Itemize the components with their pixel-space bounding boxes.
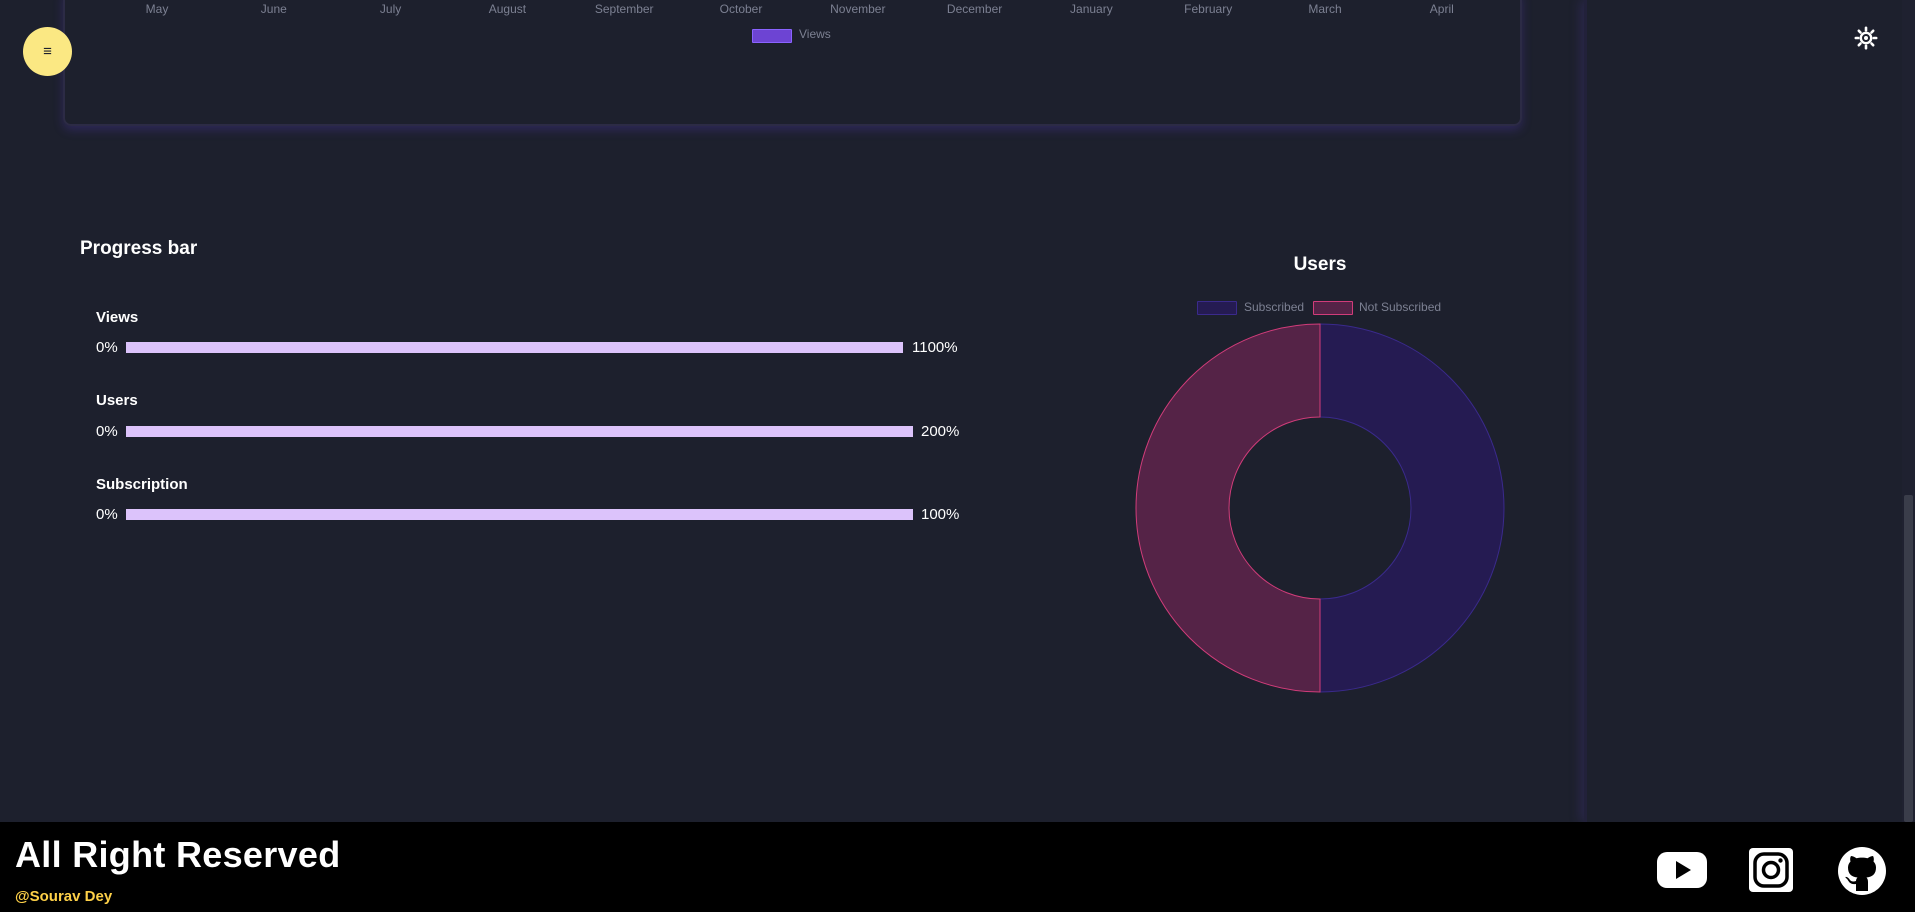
progress-min-views: 0% [96, 339, 118, 356]
progress-label-views: Views [96, 309, 139, 326]
youtube-icon[interactable] [1657, 852, 1707, 888]
users-donut-chart [1135, 323, 1505, 693]
donut-slice-subscribed[interactable] [1319, 323, 1505, 693]
footer-title: All Right Reserved [15, 834, 341, 875]
main-content: May June July August September October Novembe… [0, 0, 1584, 820]
progress-label-subscription: Subscription [96, 476, 188, 493]
progress-fill-users [126, 426, 913, 437]
progress-max-subscription: 100% [921, 506, 960, 523]
month-tick-october: October [719, 2, 763, 16]
footer: All Right Reserved @Sourav Dey [0, 822, 1915, 912]
progress-track-views [126, 342, 903, 353]
month-tick-august: August [488, 2, 527, 16]
menu-button[interactable]: ≡ [23, 27, 72, 76]
page-scrollbar[interactable] [1902, 0, 1915, 912]
footer-credit: @Sourav Dey [15, 888, 113, 905]
month-tick-january: January [1070, 2, 1113, 16]
views-line-chart-card: May June July August September October Novembe… [63, 0, 1522, 126]
month-tick-june: June [260, 2, 287, 16]
views-legend-label: Views [799, 27, 831, 41]
progress-max-users: 200% [921, 423, 960, 440]
views-legend-swatch [752, 29, 792, 43]
month-tick-november: November [830, 2, 886, 16]
month-tick-february: February [1184, 2, 1233, 16]
month-tick-july: July [379, 2, 402, 16]
progress-track-users [126, 426, 913, 437]
right-sidebar-panel [1584, 0, 1905, 822]
sun-settings-icon[interactable] [1854, 26, 1878, 50]
month-tick-december: December [946, 2, 1003, 16]
progress-min-subscription: 0% [96, 506, 118, 523]
donut-slice-not-subscribed[interactable] [1135, 323, 1321, 693]
month-tick-september: September [594, 2, 654, 16]
users-chart-title: Users [1293, 254, 1347, 275]
instagram-icon[interactable] [1749, 848, 1793, 892]
month-tick-april: April [1429, 2, 1454, 16]
scrollbar-thumb[interactable] [1904, 495, 1913, 822]
progress-label-users: Users [96, 392, 138, 409]
month-tick-may: May [145, 2, 169, 16]
progress-fill-subscription [126, 509, 913, 520]
progress-fill-views [126, 342, 903, 353]
progress-min-users: 0% [96, 423, 118, 440]
menu-icon: ≡ [43, 43, 52, 60]
progress-track-subscription [126, 509, 913, 520]
github-icon[interactable] [1838, 847, 1886, 895]
progress-max-views: 1100% [912, 339, 958, 356]
progress-bar-title: Progress bar [80, 238, 198, 259]
month-tick-march: March [1308, 2, 1342, 16]
